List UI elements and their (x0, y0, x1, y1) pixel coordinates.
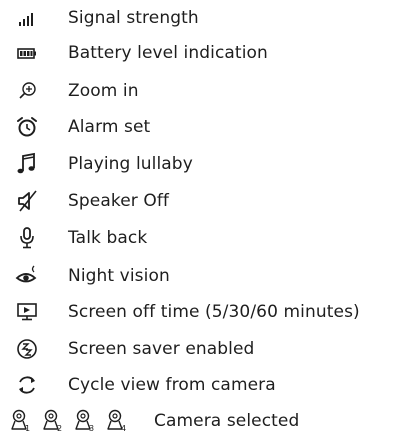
legend-label: Signal strength (68, 8, 199, 28)
camera-number: 2 (57, 424, 63, 433)
signal-strength-icon (14, 5, 40, 31)
legend-label: Speaker Off (68, 191, 169, 211)
legend-row-night-vision: Night vision (0, 258, 416, 294)
camera-number: 1 (25, 424, 31, 433)
legend-row-speaker-off: Speaker Off (0, 183, 416, 219)
legend-row-lullaby: Playing lullaby (0, 146, 416, 182)
screen-saver-zz-icon (14, 336, 40, 362)
legend-row-signal: Signal strength (0, 0, 416, 36)
legend-row-talk-back: Talk back (0, 220, 416, 256)
legend-label: Talk back (68, 228, 148, 248)
legend-label: Night vision (68, 266, 170, 286)
alarm-clock-icon (14, 114, 40, 140)
legend-row-battery: Battery level indication (0, 35, 416, 71)
camera-number: 3 (89, 424, 95, 433)
legend-label: Alarm set (68, 117, 151, 137)
legend-row-screen-saver: Screen saver enabled (0, 331, 416, 367)
microphone-icon (14, 225, 40, 251)
speaker-off-icon (14, 188, 40, 214)
camera-icon-group: 1 2 3 4 (8, 408, 130, 434)
screen-timer-icon (14, 299, 40, 325)
legend-label: Battery level indication (68, 43, 268, 63)
legend-row-alarm: Alarm set (0, 109, 416, 145)
camera-3-icon: 3 (72, 408, 98, 434)
legend-label: Camera selected (154, 411, 300, 431)
legend-row-zoom: Zoom in (0, 73, 416, 109)
camera-4-icon: 4 (104, 408, 130, 434)
legend-label: Playing lullaby (68, 154, 193, 174)
battery-icon (14, 40, 40, 66)
camera-2-icon: 2 (40, 408, 66, 434)
legend-row-cycle: Cycle view from camera (0, 367, 416, 403)
zoom-in-icon (14, 78, 40, 104)
night-vision-eye-icon (14, 263, 40, 289)
camera-number: 4 (121, 424, 127, 433)
legend-label: Cycle view from camera (68, 375, 276, 395)
legend-row-camera: 1 2 3 4 Camera selected (0, 403, 416, 439)
legend-label: Screen off time (5/30/60 minutes) (68, 302, 360, 322)
legend-label: Screen saver enabled (68, 339, 255, 359)
camera-1-icon: 1 (8, 408, 34, 434)
legend-row-screen-off: Screen off time (5/30/60 minutes) (0, 294, 416, 330)
icon-legend: Signal strength Battery level indication (0, 0, 416, 439)
cycle-arrows-icon (14, 372, 40, 398)
legend-label: Zoom in (68, 81, 139, 101)
music-note-icon (14, 151, 40, 177)
